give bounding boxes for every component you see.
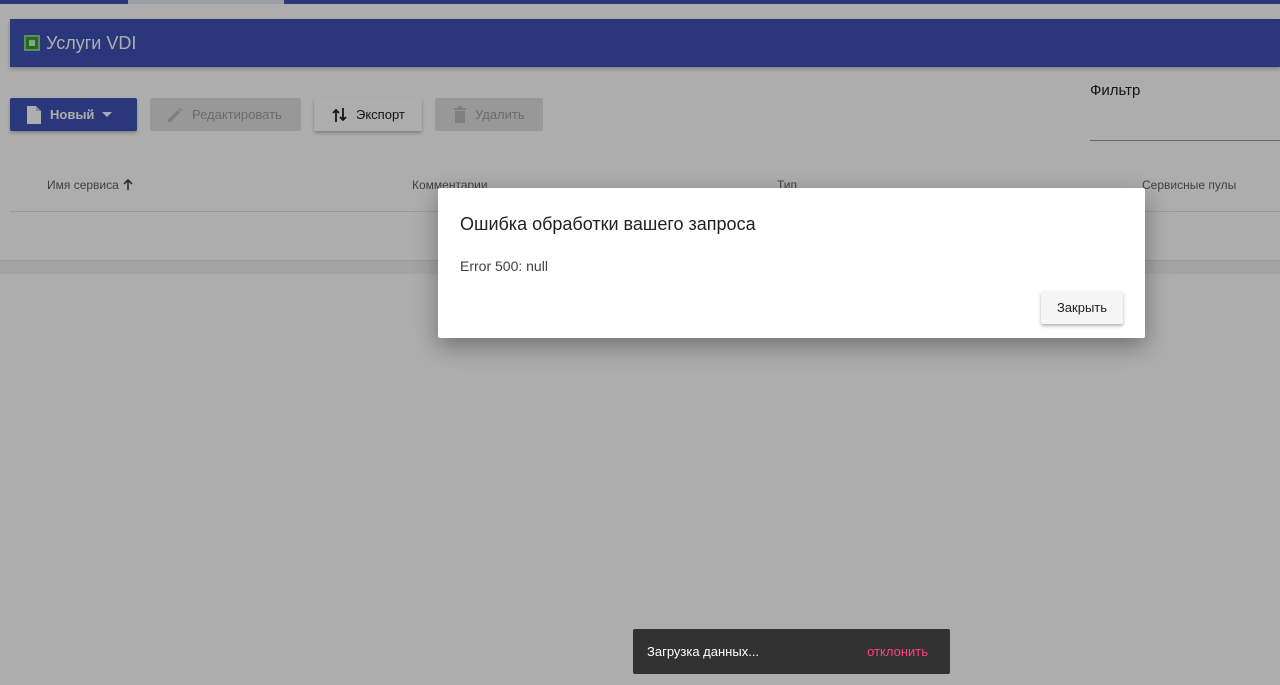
error-dialog: Ошибка обработки вашего запроса Error 50… (438, 188, 1145, 338)
modal-backdrop[interactable] (0, 0, 1280, 685)
snackbar-message: Загрузка данных... (647, 644, 760, 659)
dialog-title: Ошибка обработки вашего запроса (460, 214, 756, 234)
loading-snackbar: Загрузка данных... отклонить (633, 629, 950, 674)
close-button[interactable]: Закрыть (1041, 291, 1123, 324)
dialog-message: Error 500: null (460, 258, 548, 274)
dismiss-button[interactable]: отклонить (867, 644, 928, 659)
